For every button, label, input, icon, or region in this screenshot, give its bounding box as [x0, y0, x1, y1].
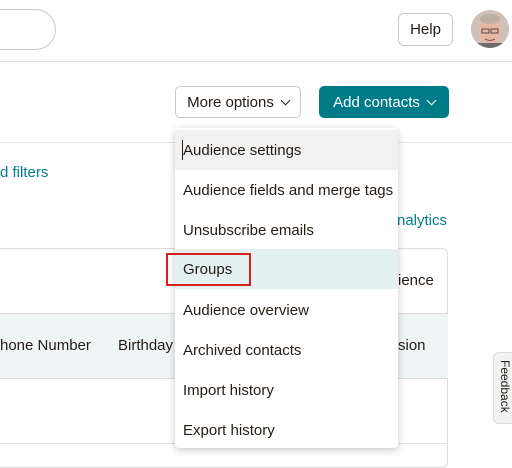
menu-item-label: Archived contacts: [183, 341, 302, 359]
avatar-image: [471, 10, 509, 48]
add-contacts-label: Add contacts: [333, 93, 420, 111]
add-contacts-button[interactable]: Add contacts: [319, 86, 449, 118]
menu-item-archived-contacts[interactable]: Archived contacts: [175, 330, 398, 370]
avatar[interactable]: [471, 10, 509, 48]
menu-item-label: Import history: [183, 381, 274, 399]
menu-item-label: Audience fields and merge tags: [183, 181, 394, 199]
column-header-phone[interactable]: hone Number: [0, 337, 91, 354]
menu-item-export-history[interactable]: Export history: [175, 410, 398, 450]
analytics-link[interactable]: nalytics: [397, 212, 447, 229]
audience-label: ience: [398, 272, 434, 289]
menu-item-unsubscribe-emails[interactable]: Unsubscribe emails: [175, 210, 398, 250]
chevron-down-icon: [280, 95, 291, 105]
menu-item-label: Audience overview: [183, 301, 309, 319]
filters-link[interactable]: d filters: [0, 164, 48, 181]
menu-item-label: Unsubscribe emails: [183, 221, 314, 239]
menu-item-label: Audience settings: [183, 141, 302, 159]
column-header-permission[interactable]: sion: [398, 337, 426, 354]
chevron-down-icon: [426, 95, 437, 105]
search-input[interactable]: [0, 9, 56, 50]
menu-item-audience-fields[interactable]: Audience fields and merge tags: [175, 170, 398, 210]
highlight-box: [166, 253, 251, 286]
help-label: Help: [410, 21, 441, 38]
more-options-label: More options: [187, 93, 274, 111]
column-header-birthday[interactable]: Birthday: [118, 337, 173, 354]
menu-item-audience-overview[interactable]: Audience overview: [175, 290, 398, 330]
feedback-label: Feedback: [498, 360, 512, 413]
menu-item-import-history[interactable]: Import history: [175, 370, 398, 410]
help-button[interactable]: Help: [398, 13, 453, 46]
menu-item-label: Export history: [183, 421, 275, 439]
text-cursor: [182, 140, 183, 160]
more-options-dropdown: Audience settings Audience fields and me…: [175, 128, 398, 448]
more-options-button[interactable]: More options: [175, 86, 301, 118]
menu-item-audience-settings[interactable]: Audience settings: [175, 130, 398, 170]
top-header: Help: [0, 0, 512, 62]
